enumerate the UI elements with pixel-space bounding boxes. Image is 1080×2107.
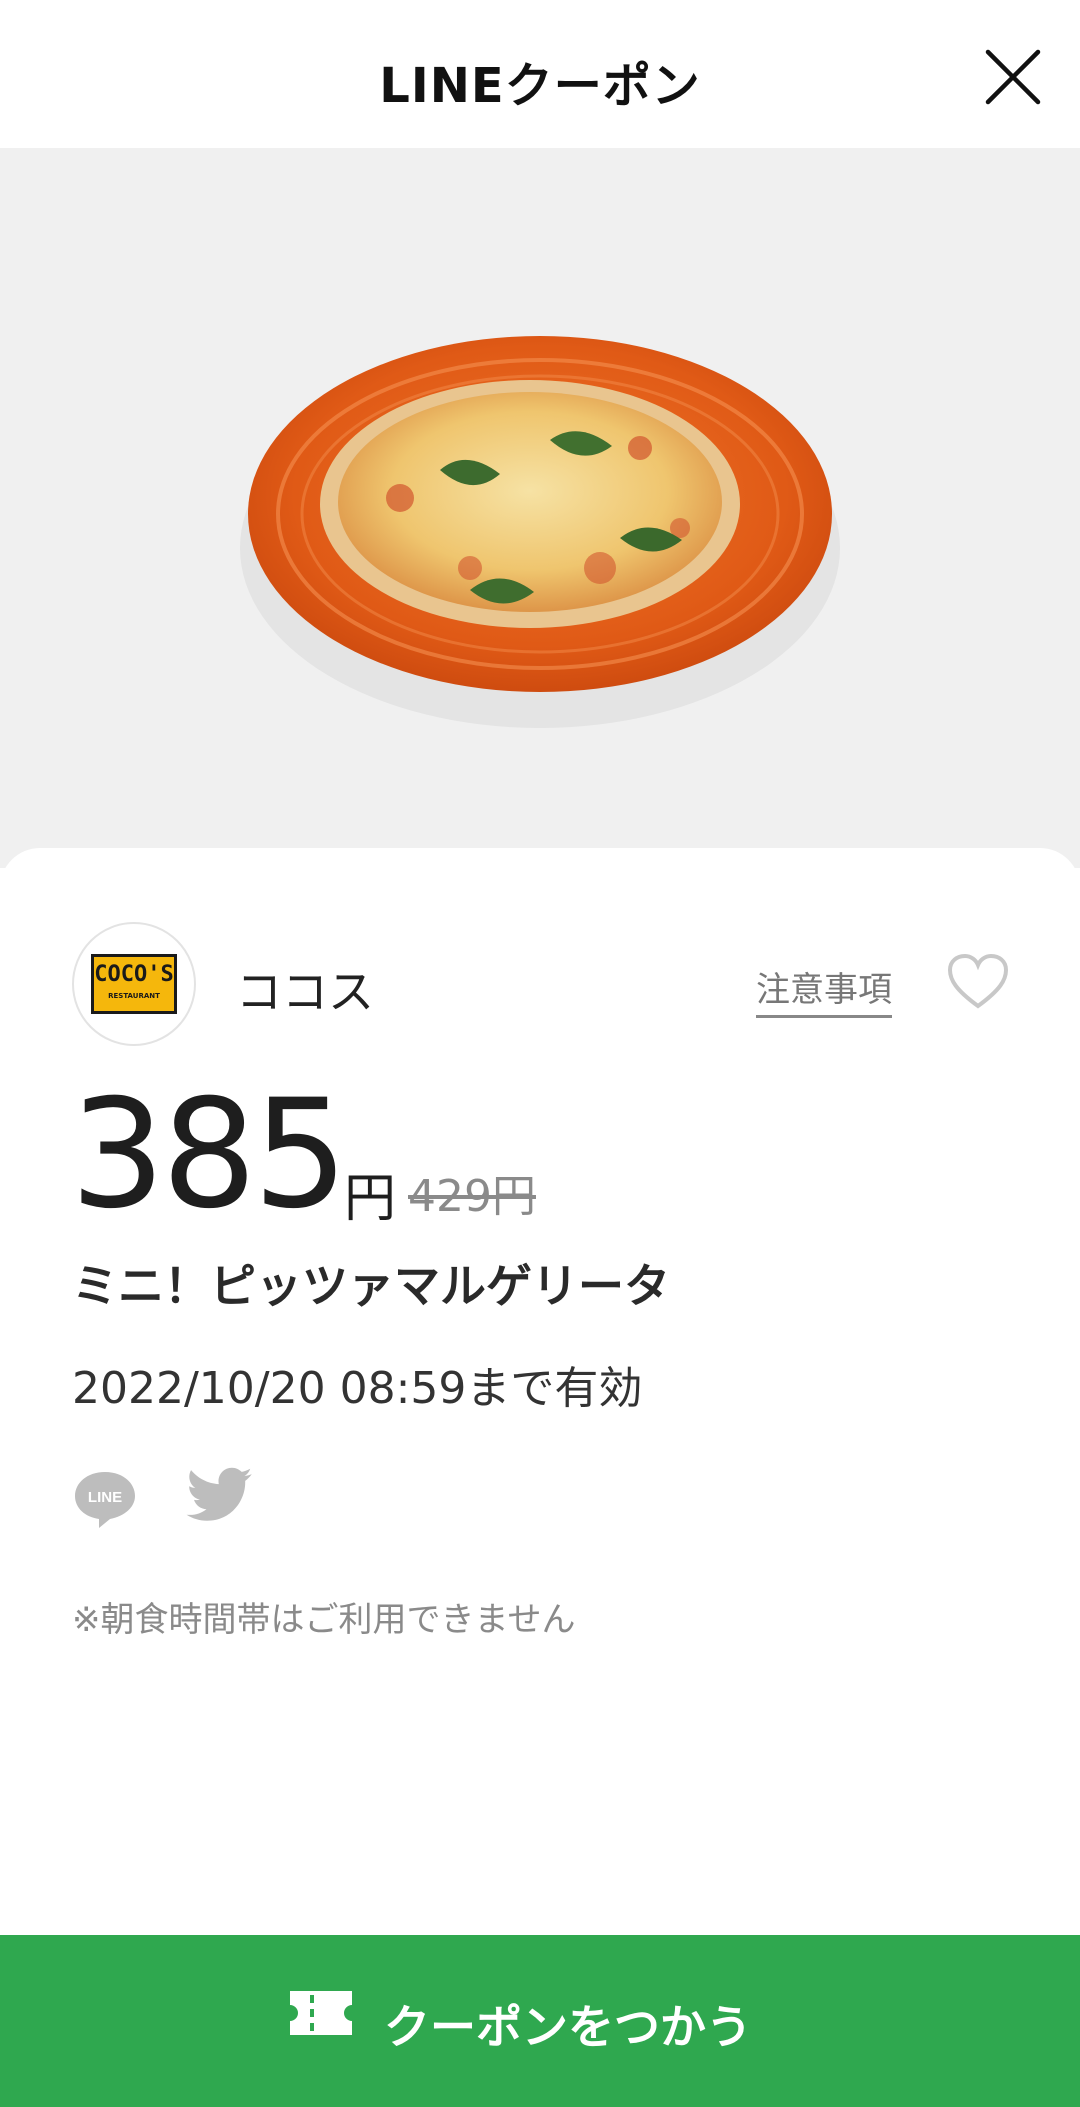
use-coupon-button[interactable]: クーポンをつかう [0, 1935, 1080, 2107]
use-coupon-label: クーポンをつかう [384, 2000, 752, 2054]
close-icon[interactable] [982, 46, 1044, 108]
app-title: LINEクーポン [379, 58, 701, 114]
logo-subtext: RESTAURANT [108, 992, 160, 1000]
notes-link[interactable]: 注意事項 [756, 962, 892, 1018]
store-name: ココス [236, 965, 374, 1019]
header-bar: LINEクーポン [0, 0, 1080, 148]
logo-text: COCO'S [94, 962, 174, 987]
ticket-icon [290, 1991, 352, 2035]
usage-note: ※朝食時間帯はご利用できません [72, 1600, 576, 1640]
coupon-price: 385 [70, 1068, 348, 1242]
item-name: ミニ！ピッツァマルゲリータ [72, 1259, 670, 1313]
price-unit: 円 [344, 1169, 397, 1229]
original-price: 429円 [408, 1171, 536, 1222]
heart-outline-icon[interactable] [946, 952, 1010, 1012]
svg-text:LINE: LINE [88, 1489, 122, 1506]
coupon-hero-image [0, 148, 1080, 868]
expiry-date: 2022/10/20 08:59まで有効 [72, 1363, 643, 1414]
line-share-icon[interactable]: LINE [72, 1468, 138, 1530]
pizza-image [240, 336, 840, 728]
store-logo: COCO'S RESTAURANT [72, 922, 196, 1046]
twitter-icon[interactable] [186, 1466, 256, 1528]
